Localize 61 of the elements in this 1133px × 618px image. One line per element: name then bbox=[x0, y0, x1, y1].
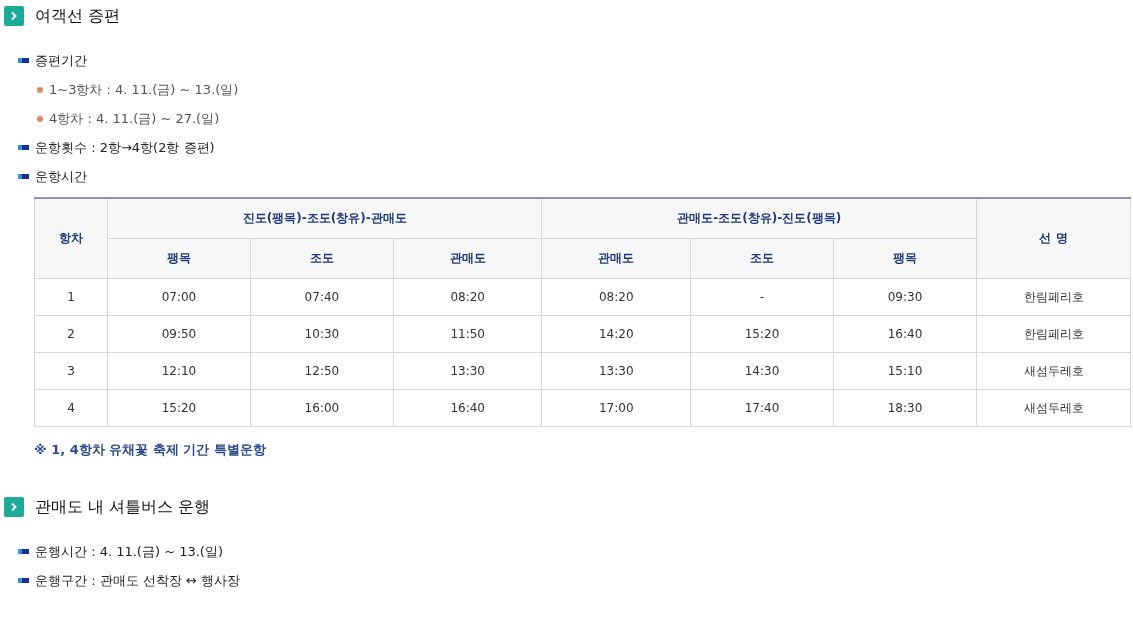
table-cell: 15:20 bbox=[690, 315, 834, 353]
table-cell: 한림페리호 bbox=[976, 278, 1131, 316]
table-cell: 16:40 bbox=[393, 389, 542, 427]
list-item: 운행구간 : 관매도 선착장 ↔ 행사장 bbox=[35, 571, 240, 590]
table-cell: 12:10 bbox=[107, 352, 251, 390]
table-cell: 16:40 bbox=[833, 315, 977, 353]
table-cell: 13:30 bbox=[393, 352, 542, 390]
table-cell: 09:30 bbox=[833, 278, 977, 316]
bullet-icon bbox=[18, 578, 29, 583]
bullet-icon bbox=[18, 174, 29, 179]
section-title: 여객선 증편 bbox=[35, 5, 121, 27]
section-title: 관매도 내 셔틀버스 운행 bbox=[35, 496, 211, 518]
table-cell: 09:50 bbox=[107, 315, 251, 353]
column-header: 진도(팽목)-조도(창유)-관매도 bbox=[107, 198, 542, 239]
table-cell: 4 bbox=[34, 389, 108, 427]
list-item: 4항차 : 4. 11.(금) ~ 27.(일) bbox=[49, 109, 220, 128]
column-header: 팽목 bbox=[833, 238, 977, 279]
table-cell: 새섬두레호 bbox=[976, 352, 1131, 390]
column-header: 팽목 bbox=[107, 238, 251, 279]
bullet-icon bbox=[18, 58, 29, 63]
table-cell: 한림페리호 bbox=[976, 315, 1131, 353]
column-header: 조도 bbox=[250, 238, 394, 279]
table-cell: 08:20 bbox=[542, 278, 691, 316]
column-header: 조도 bbox=[690, 238, 834, 279]
table-cell: - bbox=[690, 278, 834, 316]
bullet-icon bbox=[18, 145, 29, 150]
table-cell: 17:00 bbox=[542, 389, 691, 427]
list-item: 1~3항차 : 4. 11.(금) ~ 13.(일) bbox=[49, 80, 239, 99]
table-cell: 15:10 bbox=[833, 352, 977, 390]
bullet-icon bbox=[37, 86, 43, 93]
note-text: ※ 1, 4항차 유채꽃 축제 기간 특별운항 bbox=[34, 441, 267, 459]
table-cell: 11:50 bbox=[393, 315, 542, 353]
table-cell: 17:40 bbox=[690, 389, 834, 427]
table-cell: 15:20 bbox=[107, 389, 251, 427]
table-cell: 10:30 bbox=[250, 315, 394, 353]
list-item: 증편기간 bbox=[35, 51, 87, 70]
column-header: 관매도-조도(창유)-진도(팽목) bbox=[542, 198, 977, 239]
table-cell: 16:00 bbox=[250, 389, 394, 427]
chevron-icon bbox=[4, 6, 24, 26]
table-cell: 18:30 bbox=[833, 389, 977, 427]
table-cell: 1 bbox=[34, 278, 108, 316]
list-item: 운항시간 bbox=[35, 167, 87, 186]
bullet-icon bbox=[37, 115, 43, 122]
column-header: 선 명 bbox=[976, 198, 1131, 279]
table-cell: 2 bbox=[34, 315, 108, 353]
column-header: 관매도 bbox=[393, 238, 542, 279]
table-cell: 새섬두레호 bbox=[976, 389, 1131, 427]
table-cell: 08:20 bbox=[393, 278, 542, 316]
table-cell: 07:00 bbox=[107, 278, 251, 316]
table-cell: 07:40 bbox=[250, 278, 394, 316]
table-cell: 3 bbox=[34, 352, 108, 390]
table-cell: 13:30 bbox=[542, 352, 691, 390]
table-cell: 12:50 bbox=[250, 352, 394, 390]
list-item: 운행시간 : 4. 11.(금) ~ 13.(일) bbox=[35, 542, 223, 561]
table-cell: 14:20 bbox=[542, 315, 691, 353]
bullet-icon bbox=[18, 549, 29, 554]
table-cell: 14:30 bbox=[690, 352, 834, 390]
list-item: 운항횟수 : 2항→4항(2항 증편) bbox=[35, 138, 215, 157]
column-header: 항차 bbox=[34, 198, 108, 279]
column-header: 관매도 bbox=[542, 238, 691, 279]
chevron-icon bbox=[4, 497, 24, 517]
